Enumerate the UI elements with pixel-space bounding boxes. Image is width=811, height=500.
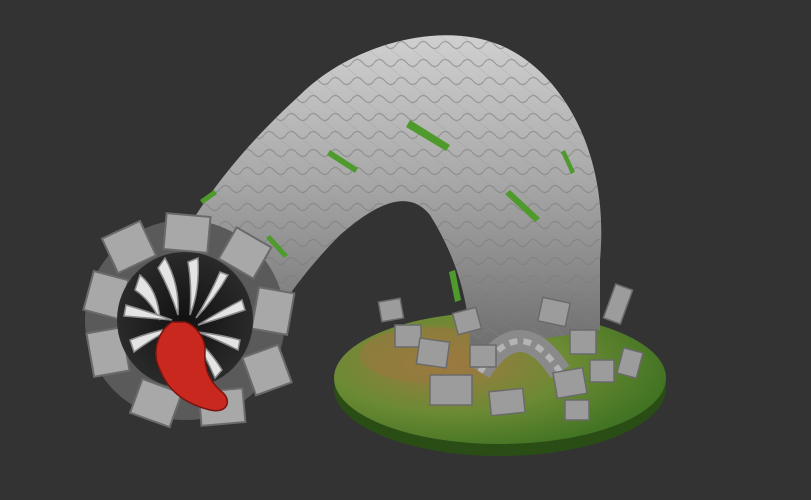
worm-miniature-render [82, 35, 666, 456]
worm-mouth [82, 212, 296, 429]
render-viewport [0, 0, 811, 500]
